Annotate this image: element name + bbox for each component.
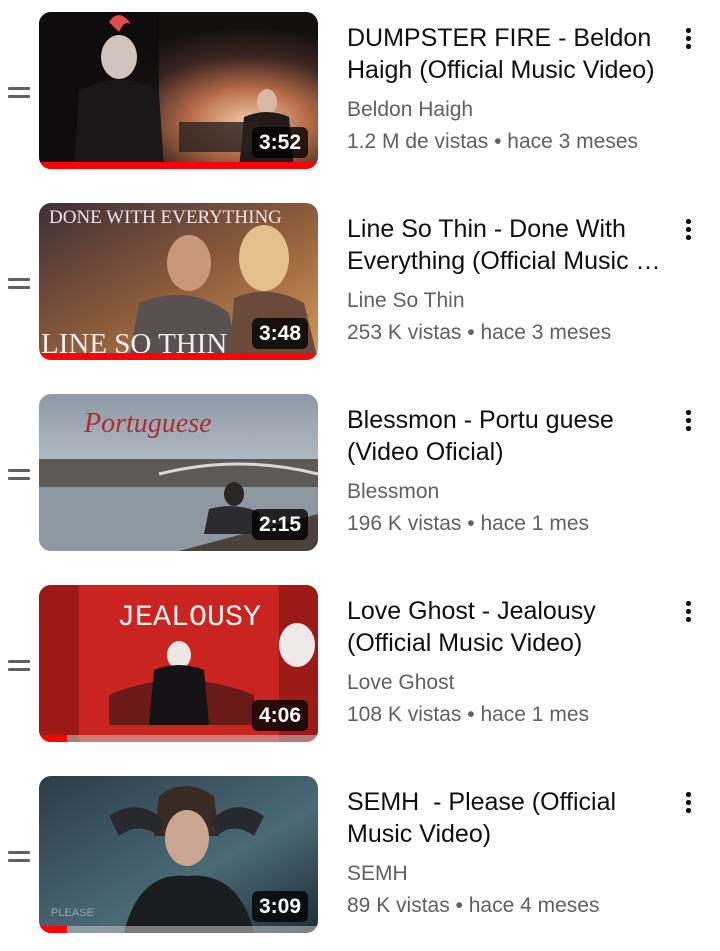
more-vert-icon[interactable] <box>676 599 700 627</box>
meta-separator: • <box>461 703 481 726</box>
view-count: 253 K vistas <box>347 321 462 344</box>
more-vert-icon[interactable] <box>676 217 700 245</box>
channel-name[interactable]: Blessmon <box>347 478 439 506</box>
view-count: 1.2 M de vistas <box>347 130 489 153</box>
video-thumbnail[interactable]: Portuguese 2:15 <box>39 394 318 551</box>
watch-progress-fill <box>39 162 318 169</box>
channel-name[interactable]: Line So Thin <box>347 287 465 315</box>
video-row[interactable]: DONE WITH EVERYTHING LINE SO THIN 3:48 L… <box>0 203 720 363</box>
more-vert-icon[interactable] <box>676 408 700 436</box>
upload-age: hace 1 mes <box>480 703 589 726</box>
upload-age: hace 3 meses <box>507 130 639 153</box>
meta-separator: • <box>461 512 481 535</box>
drag-handle-icon[interactable] <box>8 276 30 290</box>
more-vert-icon[interactable] <box>676 790 700 818</box>
video-meta: 253 K vistas • hace 3 meses <box>347 319 665 347</box>
video-row[interactable]: 3:52 DUMPSTER FIRE - Beldon Haigh (Offic… <box>0 12 720 172</box>
watch-progress-fill <box>39 353 318 360</box>
drag-handle-icon[interactable] <box>8 467 30 481</box>
video-duration: 3:48 <box>251 318 308 349</box>
watch-progress-bar <box>39 926 318 933</box>
thumbnail-caption-top: Portuguese <box>83 408 212 439</box>
video-title[interactable]: SEMH - Please (Official Music Video) <box>347 786 665 850</box>
watch-progress-bar <box>39 735 318 742</box>
video-thumbnail[interactable]: PLEASE 3:09 <box>39 776 318 933</box>
channel-name[interactable]: Beldon Haigh <box>347 96 473 124</box>
drag-handle-icon[interactable] <box>8 849 30 863</box>
more-vert-icon[interactable] <box>676 26 700 54</box>
channel-name[interactable]: SEMH <box>347 860 408 888</box>
video-title[interactable]: DUMPSTER FIRE - Beldon Haigh (Official M… <box>347 22 665 86</box>
video-row[interactable]: JEALOUSY 4:06 Love Ghost - Jealousy (Off… <box>0 585 720 745</box>
channel-name[interactable]: Love Ghost <box>347 669 454 697</box>
thumbnail-caption-bottom: PLEASE <box>51 907 94 919</box>
drag-handle-icon[interactable] <box>8 85 30 99</box>
view-count: 196 K vistas <box>347 512 462 535</box>
video-row[interactable]: Portuguese 2:15 Blessmon - Portu guese (… <box>0 394 720 554</box>
meta-separator: • <box>461 321 481 344</box>
watch-progress-bar <box>39 162 318 169</box>
upload-age: hace 3 meses <box>480 321 612 344</box>
upload-age: hace 1 mes <box>480 512 589 535</box>
video-meta: 108 K vistas • hace 1 mes <box>347 701 665 729</box>
watch-progress-fill <box>39 926 67 933</box>
video-duration: 2:15 <box>251 509 308 540</box>
upload-age: hace 4 meses <box>468 894 600 917</box>
thumbnail-caption-top: JEALOUSY <box>117 601 261 635</box>
video-duration: 4:06 <box>251 700 308 731</box>
view-count: 89 K vistas <box>347 894 450 917</box>
video-thumbnail[interactable]: DONE WITH EVERYTHING LINE SO THIN 3:48 <box>39 203 318 360</box>
video-duration: 3:09 <box>251 891 308 922</box>
drag-handle-icon[interactable] <box>8 658 30 672</box>
meta-separator: • <box>488 130 508 153</box>
view-count: 108 K vistas <box>347 703 462 726</box>
video-thumbnail[interactable]: JEALOUSY 4:06 <box>39 585 318 742</box>
video-meta: 89 K vistas • hace 4 meses <box>347 892 665 920</box>
video-title[interactable]: Love Ghost - Jealousy (Official Music Vi… <box>347 595 665 659</box>
video-meta: 1.2 M de vistas • hace 3 meses <box>347 128 665 156</box>
video-meta: 196 K vistas • hace 1 mes <box>347 510 665 538</box>
video-title[interactable]: Line So Thin - Done With Everything (Off… <box>347 213 665 277</box>
thumbnail-caption-top: DONE WITH EVERYTHING <box>49 207 282 228</box>
watch-progress-bar <box>39 353 318 360</box>
video-title[interactable]: Blessmon - Portu guese (Video Oficial) <box>347 404 665 468</box>
video-duration: 3:52 <box>251 127 308 158</box>
meta-separator: • <box>449 894 469 917</box>
video-row[interactable]: PLEASE 3:09 SEMH - Please (Official Musi… <box>0 776 720 936</box>
video-thumbnail[interactable]: 3:52 <box>39 12 318 169</box>
watch-progress-fill <box>39 735 67 742</box>
playlist-video-list: 3:52 DUMPSTER FIRE - Beldon Haigh (Offic… <box>0 0 720 951</box>
